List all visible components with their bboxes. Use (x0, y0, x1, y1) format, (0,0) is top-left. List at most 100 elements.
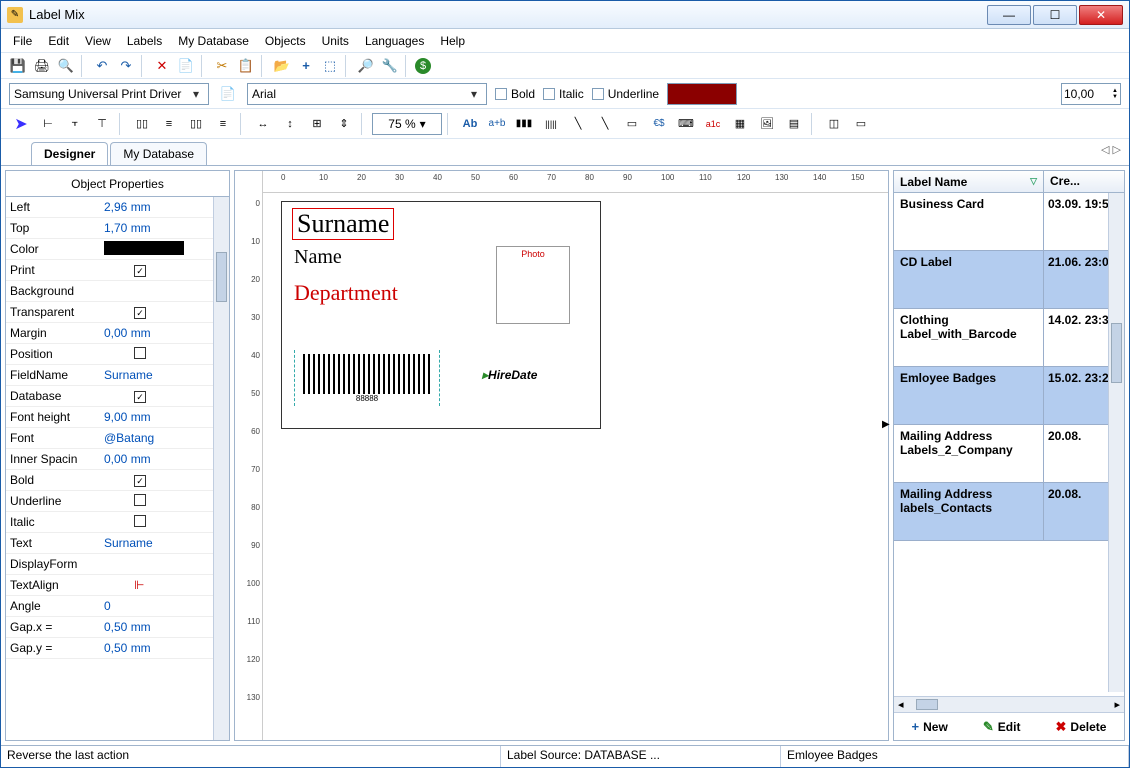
bold-checkbox[interactable]: Bold (495, 87, 535, 101)
field-barcode[interactable]: 88888 (294, 350, 440, 406)
zoom-fit-icon[interactable]: 🔎 (355, 55, 377, 77)
align-left-icon[interactable]: ⊢ (36, 112, 60, 136)
abc-tool-icon[interactable]: a1c (701, 112, 725, 136)
prop-row[interactable]: Print✓ (6, 260, 213, 281)
labels-hscrollbar[interactable]: ◂▸ (894, 696, 1124, 712)
labels-vscrollbar[interactable] (1108, 193, 1124, 692)
align-right-icon[interactable]: ⊤ (90, 112, 114, 136)
zoom-select[interactable]: 75 %▾ (372, 113, 442, 135)
open-folder-icon[interactable]: 📂 (271, 55, 293, 77)
label-list-row[interactable]: Mailing Address Labels_2_Company20.08. (894, 425, 1124, 483)
italic-checkbox[interactable]: Italic (543, 87, 584, 101)
prop-row[interactable]: Font@Batang (6, 428, 213, 449)
field-name[interactable]: Name (294, 246, 342, 269)
redo-icon[interactable]: ↷ (115, 55, 137, 77)
barcode2-tool-icon[interactable]: ||||| (539, 112, 563, 136)
menu-objects[interactable]: Objects (259, 32, 312, 50)
add-alt-icon[interactable]: ⬚ (319, 55, 341, 77)
field-department[interactable]: Department (294, 280, 398, 306)
prop-row[interactable]: FieldNameSurname (6, 365, 213, 386)
printer-select[interactable]: Samsung Universal Print Driver ▾ (9, 83, 209, 105)
label-list-row[interactable]: Business Card03.09. 19:53: (894, 193, 1124, 251)
copy-icon[interactable]: 📄 (175, 55, 197, 77)
prop-row[interactable]: Background (6, 281, 213, 302)
paste-icon[interactable]: 📋 (235, 55, 257, 77)
keyboard-icon[interactable]: ⌨ (674, 112, 698, 136)
font-size-input[interactable]: 10,00 ▲▼ (1061, 83, 1121, 105)
save-icon[interactable]: 💾 (7, 55, 29, 77)
menu-labels[interactable]: Labels (121, 32, 168, 50)
prop-row[interactable]: Database✓ (6, 386, 213, 407)
space-v-icon[interactable]: ↕ (278, 112, 302, 136)
label-list-row[interactable]: Mailing Address labels_Contacts20.08. (894, 483, 1124, 541)
prop-row[interactable]: Inner Spacin0,00 mm (6, 449, 213, 470)
prop-row[interactable]: Underline (6, 491, 213, 512)
menu-units[interactable]: Units (316, 32, 355, 50)
close-button[interactable]: ✕ (1079, 5, 1123, 25)
menu-languages[interactable]: Languages (359, 32, 430, 50)
field-hiredate[interactable]: ▸HireDate (482, 368, 537, 382)
label-canvas[interactable]: Surname Name Department Photo 88888 ▸Hir… (281, 201, 601, 429)
prop-row[interactable]: Gap.y =0,50 mm (6, 638, 213, 659)
barcode-tool-icon[interactable]: ▮▮▮ (512, 112, 536, 136)
currency-icon[interactable]: $ (415, 58, 431, 74)
label-list-row[interactable]: Emloyee Badges15.02. 23:22: (894, 367, 1124, 425)
menu-mydatabase[interactable]: My Database (172, 32, 255, 50)
label-list-row[interactable]: CD Label21.06. 23:02: (894, 251, 1124, 309)
delete-label-button[interactable]: ✖Delete (1056, 719, 1107, 735)
prop-row[interactable]: Color (6, 239, 213, 260)
col-created[interactable]: Cre... (1044, 171, 1124, 192)
pointer-tool-icon[interactable]: ➤ (9, 112, 33, 136)
print-icon[interactable]: 🖨 (31, 55, 53, 77)
prop-row[interactable]: Angle0 (6, 596, 213, 617)
table-tool-icon[interactable]: ▦ (728, 112, 752, 136)
prop-row[interactable]: Left2,96 mm (6, 197, 213, 218)
counter-tool-icon[interactable]: a+b (485, 112, 509, 136)
delete-icon[interactable]: ✕ (151, 55, 173, 77)
prop-row[interactable]: Bold✓ (6, 470, 213, 491)
grid-tool-icon[interactable]: ▤ (782, 112, 806, 136)
menu-help[interactable]: Help (434, 32, 471, 50)
prop-row[interactable]: Font height9,00 mm (6, 407, 213, 428)
field-surname[interactable]: Surname (292, 208, 394, 240)
properties-scrollbar[interactable] (213, 197, 229, 740)
menu-view[interactable]: View (79, 32, 117, 50)
diagonal-icon[interactable]: ╲ (566, 112, 590, 136)
prop-row[interactable]: Top1,70 mm (6, 218, 213, 239)
tab-nav-arrows[interactable]: ◁ ▷ (1101, 143, 1121, 156)
image-tool-icon[interactable]: 🖼 (755, 112, 779, 136)
prop-row[interactable]: Position (6, 344, 213, 365)
preview-icon[interactable]: 🔍 (55, 55, 77, 77)
cut-icon[interactable]: ✂ (211, 55, 233, 77)
new-label-button[interactable]: +New (912, 719, 948, 734)
distribute-v-icon[interactable]: ▯▯ (184, 112, 208, 136)
distribute-h-icon[interactable]: ▯▯ (130, 112, 154, 136)
minimize-button[interactable]: — (987, 5, 1031, 25)
font-color-swatch[interactable] (667, 83, 737, 105)
currency-tool-icon[interactable]: €$ (647, 112, 671, 136)
field-photo[interactable]: Photo (496, 246, 570, 324)
space-h-icon[interactable]: ↔ (251, 112, 275, 136)
prop-row[interactable]: TextSurname (6, 533, 213, 554)
add-icon[interactable]: + (295, 55, 317, 77)
font-family-select[interactable]: Arial ▾ (247, 83, 487, 105)
prop-row[interactable]: TextAlign⊩ (6, 575, 213, 596)
label-list-row[interactable]: Clothing Label_with_Barcode14.02. 23:35: (894, 309, 1124, 367)
edit-label-button[interactable]: ✎Edit (983, 719, 1021, 735)
prop-row[interactable]: Italic (6, 512, 213, 533)
stretch-icon[interactable]: ⇕ (332, 112, 356, 136)
prop-row[interactable]: Margin0,00 mm (6, 323, 213, 344)
printer-config-icon[interactable]: 📄 (217, 83, 239, 105)
col-label-name[interactable]: Label Name▽ (894, 171, 1044, 192)
undo-icon[interactable]: ↶ (91, 55, 113, 77)
align-top-icon[interactable]: ≡ (157, 112, 181, 136)
fit-page-icon[interactable]: ▭ (849, 112, 873, 136)
align-middle-icon[interactable]: ≡ (211, 112, 235, 136)
settings-icon[interactable]: 🔧 (379, 55, 401, 77)
line-tool-icon[interactable]: ╲ (593, 112, 617, 136)
spinner-icon[interactable]: ▲▼ (1112, 88, 1118, 100)
tab-mydatabase[interactable]: My Database (110, 142, 207, 165)
prop-row[interactable]: Gap.x =0,50 mm (6, 617, 213, 638)
center-icon[interactable]: ⊞ (305, 112, 329, 136)
maximize-button[interactable]: ☐ (1033, 5, 1077, 25)
